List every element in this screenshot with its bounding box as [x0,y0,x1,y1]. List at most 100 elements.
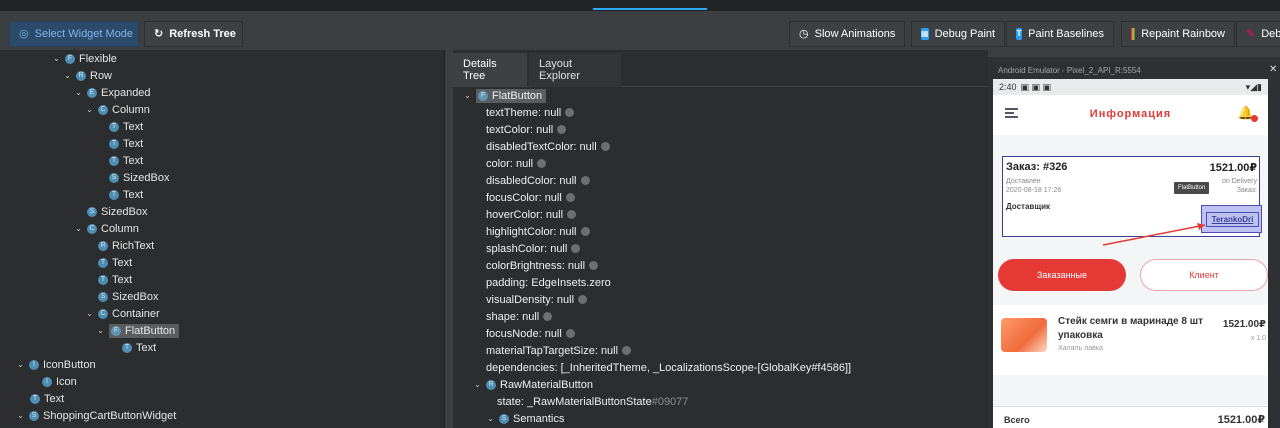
ordered-button[interactable]: Заказанные [998,259,1126,291]
tab-details-tree[interactable]: Details Tree [453,53,527,87]
info-icon[interactable] [578,295,588,304]
tree-row[interactable]: R RichText [98,237,154,254]
debug-paint-button[interactable]: ▦ Debug Paint [911,21,1005,47]
tree-row[interactable]: ⌄ C Column [74,220,139,237]
tree-label: Text [112,256,133,269]
tree-label: Column [112,103,150,116]
emulator-close-icon[interactable]: ✕ [1269,64,1280,78]
chevron-down-icon[interactable]: ⌄ [74,224,83,233]
widget-icon: T [109,189,119,200]
info-icon[interactable] [600,142,610,151]
product-card[interactable]: Стейк семги в маринаде 8 шт упаковка Хал… [993,305,1268,375]
detail-node-semantics[interactable]: ⌄ S Semantics [486,410,564,427]
chevron-down-icon[interactable]: ⌄ [63,71,72,80]
widget-icon: T [98,274,108,285]
chevron-down-icon[interactable]: ⌄ [473,380,482,389]
info-icon[interactable] [543,312,553,321]
chevron-down-icon[interactable]: ⌄ [74,88,83,97]
info-icon[interactable] [565,193,575,202]
top-strip [0,0,1280,11]
tree-label: RichText [112,239,155,252]
info-icon[interactable] [580,176,590,185]
tree-row[interactable]: ⌄ C Container [85,305,160,322]
brush-icon: ✎ [1246,28,1256,40]
chevron-down-icon[interactable]: ⌄ [96,326,105,335]
info-icon[interactable] [589,261,599,270]
tree-row[interactable]: ⌄ S ShoppingCartButtonWidget [16,407,176,424]
chevron-down-icon[interactable]: ⌄ [52,54,61,63]
refresh-tree-label: Refresh Tree [169,28,236,40]
chevron-down-icon[interactable]: ⌄ [85,105,94,114]
tree-row[interactable]: S SizedBox [98,288,158,305]
chevron-down-icon[interactable]: ⌄ [85,309,94,318]
prop-row: textColor: null [486,121,567,138]
details-root[interactable]: ⌄ F FlatButton [463,87,547,104]
prop-text: textColor: null [486,123,554,136]
info-icon[interactable] [557,125,567,134]
tree-row[interactable]: ⌄ C Column [85,101,150,118]
tree-row[interactable]: T Text [98,271,132,288]
repaint-rainbow-button[interactable]: Repaint Rainbow [1121,21,1235,47]
info-icon[interactable] [567,210,577,219]
paint-baselines-button[interactable]: T Paint Baselines [1006,21,1114,47]
prop-text: textTheme: null [486,106,562,119]
prop-text: padding: EdgeInsets.zero [486,276,611,289]
tree-row[interactable]: ⌄ E Expanded [74,84,150,101]
info-icon[interactable] [565,108,575,117]
widget-icon: T [98,257,108,268]
tree-label: Container [112,307,160,320]
widget-icon: I [29,359,39,370]
product-qty: x 1.0 [1250,335,1266,342]
tree-row[interactable]: T Text [122,339,156,356]
prop-row: textTheme: null [486,104,575,121]
chevron-down-icon[interactable]: ⌄ [16,411,25,420]
refresh-tree-button[interactable]: ↻ Refresh Tree [144,21,243,47]
widget-icon: S [29,410,39,421]
slow-animations-label: Slow Animations [814,28,896,40]
tree-row[interactable]: T Text [109,135,143,152]
flat-button[interactable]: TerankoDri [1206,212,1259,227]
debug-banner-button[interactable]: ✎ Deb [1236,21,1280,47]
tree-row[interactable]: S SizedBox [109,169,169,186]
prop-row: padding: EdgeInsets.zero [486,274,611,291]
tree-label: Text [136,341,157,354]
tree-row[interactable]: T Text [109,186,143,203]
tree-row[interactable]: T Text [109,118,143,135]
tree-label: FlatButton [125,324,176,337]
slow-animations-button[interactable]: ◷ Slow Animations [789,21,905,47]
widget-tree-panel: ⌄ F Flexible ⌄ R Row ⌄ E Expanded ⌄ C Column T Te… [0,50,445,428]
select-widget-mode-button[interactable]: ◎ Select Widget Mode [9,21,139,47]
tree-row[interactable]: ⌄ R Row [63,67,112,84]
info-icon[interactable] [537,159,547,168]
prop-row: focusColor: null [486,189,575,206]
tree-row[interactable]: ⌄ I IconButton [16,356,95,373]
paint-baselines-label: Paint Baselines [1028,28,1104,40]
selected-node[interactable]: F FlatButton [109,323,180,338]
chevron-down-icon[interactable]: ⌄ [486,414,495,423]
chevron-down-icon[interactable]: ⌄ [463,91,472,100]
detail-node-label: RawMaterialButton [500,378,593,391]
order-number: Заказ: #326 [1006,161,1068,173]
signal-battery-icon: ▾◢▮ [1245,81,1262,92]
prop-text: hoverColor: null [486,208,564,221]
selected-detail-node[interactable]: F FlatButton [476,88,547,103]
info-icon[interactable] [571,244,581,253]
chevron-down-icon[interactable]: ⌄ [16,360,25,369]
tab-layout-explorer[interactable]: Layout Explorer [529,53,621,87]
prop-text: materialTapTargetSize: null [486,344,619,357]
tree-row[interactable]: T Text [109,152,143,169]
tree-row-selected[interactable]: ⌄ F FlatButton [96,322,180,339]
tree-label: SizedBox [112,290,159,303]
widget-icon: R [486,379,496,390]
info-icon[interactable] [565,329,575,338]
info-icon[interactable] [622,346,632,355]
state-hash: #09077 [651,395,689,408]
detail-node-raw-material[interactable]: ⌄ R RawMaterialButton [473,376,593,393]
tree-row[interactable]: T Text [98,254,132,271]
tree-row[interactable]: ⌄ F Flexible [52,50,117,67]
info-icon[interactable] [580,227,590,236]
tree-row[interactable]: S SizedBox [87,203,147,220]
tree-row[interactable]: I Icon [42,373,77,390]
client-button[interactable]: Клиент [1140,259,1268,291]
tree-row[interactable]: T Text [30,390,64,407]
